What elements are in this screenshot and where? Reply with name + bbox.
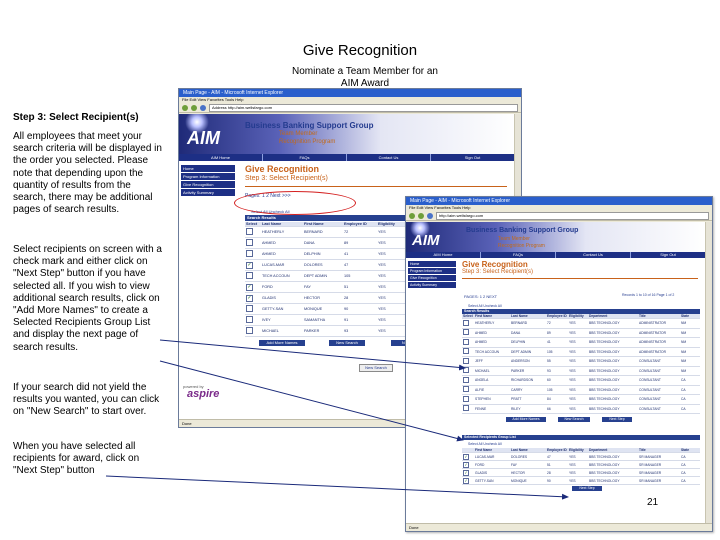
page-number: 21 xyxy=(647,497,659,508)
callout-arrows xyxy=(105,339,569,500)
arrow-to-next-step xyxy=(105,475,569,500)
arrow-to-selected-group xyxy=(159,360,464,442)
arrow-to-search-results xyxy=(159,339,466,371)
